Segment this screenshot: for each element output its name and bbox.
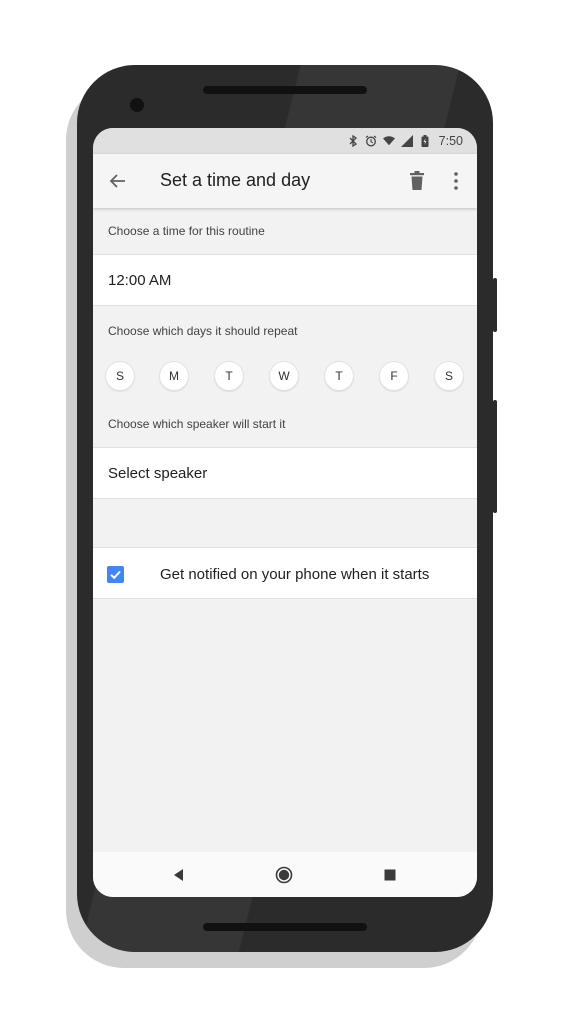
time-section-label: Choose a time for this routine (108, 224, 265, 238)
recents-square-icon[interactable] (381, 866, 399, 884)
day-selector: S M T W T F S (93, 361, 477, 393)
day-sunday-toggle[interactable]: S (105, 361, 135, 391)
battery-icon (419, 135, 431, 147)
bluetooth-icon (347, 135, 359, 147)
speaker-section-label: Choose which speaker will start it (108, 417, 286, 431)
status-bar: 7:50 (93, 128, 477, 154)
wifi-icon (382, 135, 395, 147)
day-saturday-toggle[interactable]: S (434, 361, 464, 391)
nav-bar (93, 852, 477, 897)
back-triangle-icon[interactable] (170, 866, 188, 884)
earpiece-speaker (203, 86, 367, 94)
page-title: Set a time and day (160, 170, 311, 190)
notify-label: Get notified on your phone when it start… (160, 566, 430, 583)
alarm-icon (365, 135, 377, 147)
day-wednesday-toggle[interactable]: W (269, 361, 299, 391)
time-value: 12:00 AM (108, 271, 172, 289)
home-circle-icon[interactable] (275, 866, 293, 884)
app-bar: Set a time and day (93, 154, 477, 208)
more-vert-icon[interactable] (446, 170, 466, 192)
speaker-row[interactable]: Select speaker (93, 447, 477, 499)
status-time: 7:50 (438, 134, 463, 148)
arrow-left-icon[interactable] (107, 170, 129, 192)
power-button (493, 278, 497, 332)
day-thursday-toggle[interactable]: T (324, 361, 354, 391)
front-camera (130, 98, 144, 112)
day-monday-toggle[interactable]: M (159, 361, 189, 391)
check-icon (110, 570, 121, 580)
volume-button (493, 400, 497, 513)
screen: 7:50 Set a time and day Choose a time fo… (93, 128, 477, 897)
day-friday-toggle[interactable]: F (379, 361, 409, 391)
time-row[interactable]: 12:00 AM (93, 254, 477, 306)
trash-icon[interactable] (407, 170, 427, 192)
days-section-label: Choose which days it should repeat (108, 324, 298, 338)
bottom-speaker (203, 923, 367, 931)
speaker-value: Select speaker (108, 464, 208, 482)
signal-icon (400, 135, 413, 147)
day-tuesday-toggle[interactable]: T (214, 361, 244, 391)
notify-checkbox[interactable] (107, 566, 124, 583)
